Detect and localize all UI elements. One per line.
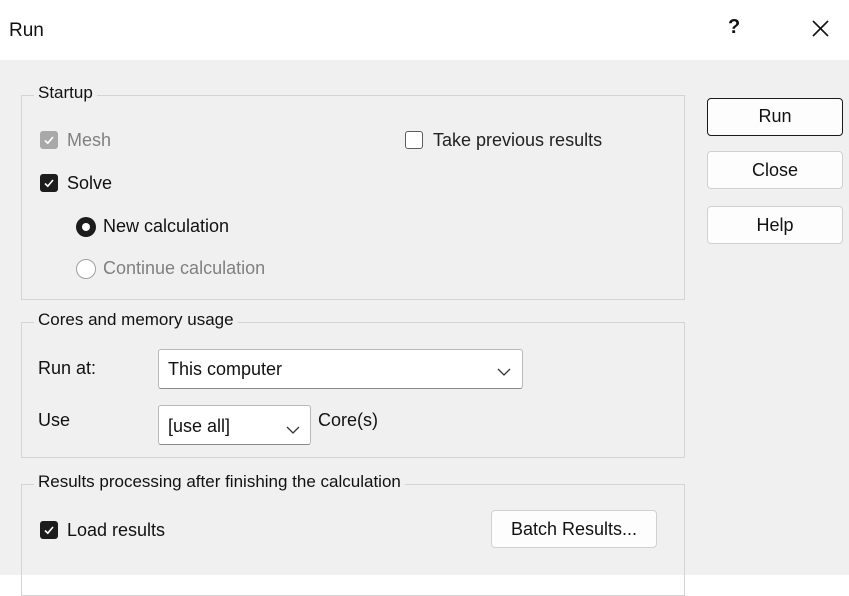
run-at-select[interactable]: This computer (158, 349, 523, 389)
continue-calculation-radio (76, 259, 96, 279)
dialog-body: Startup Mesh Take previous results Solve… (0, 60, 849, 596)
cores-memory-legend: Cores and memory usage (34, 310, 238, 330)
new-calculation-label[interactable]: New calculation (103, 216, 229, 237)
help-button[interactable]: Help (707, 206, 843, 244)
take-previous-results-checkbox[interactable] (405, 131, 423, 149)
help-question-button[interactable]: ? (728, 16, 740, 39)
solve-label[interactable]: Solve (67, 173, 112, 194)
new-calculation-radio[interactable] (76, 217, 96, 237)
take-previous-results-label[interactable]: Take previous results (433, 130, 602, 151)
use-cores-value: [use all] (168, 416, 231, 436)
use-label: Use (38, 410, 71, 430)
cores-memory-group: Cores and memory usage (21, 310, 685, 458)
chevron-down-icon (497, 364, 511, 382)
results-processing-legend: Results processing after finishing the c… (34, 472, 405, 492)
run-at-value: This computer (168, 359, 283, 379)
mesh-label: Mesh (67, 130, 112, 150)
mesh-checkbox (40, 131, 58, 149)
use-cores-select[interactable]: [use all] (158, 405, 311, 445)
window-title: Run (9, 20, 44, 41)
continue-calculation-label: Continue calculation (103, 258, 266, 278)
title-bar: Run ? (0, 0, 849, 60)
load-results-label[interactable]: Load results (67, 520, 165, 541)
load-results-checkbox[interactable] (40, 521, 58, 539)
close-icon[interactable] (806, 13, 836, 43)
solve-checkbox[interactable] (40, 174, 58, 192)
chevron-down-icon (286, 422, 300, 440)
run-button[interactable]: Run (707, 98, 843, 136)
run-at-label: Run at: (38, 358, 97, 378)
cores-suffix-label: Core(s) (318, 410, 379, 430)
startup-legend: Startup (34, 83, 97, 103)
batch-results-button[interactable]: Batch Results... (491, 510, 657, 548)
close-button[interactable]: Close (707, 151, 843, 189)
